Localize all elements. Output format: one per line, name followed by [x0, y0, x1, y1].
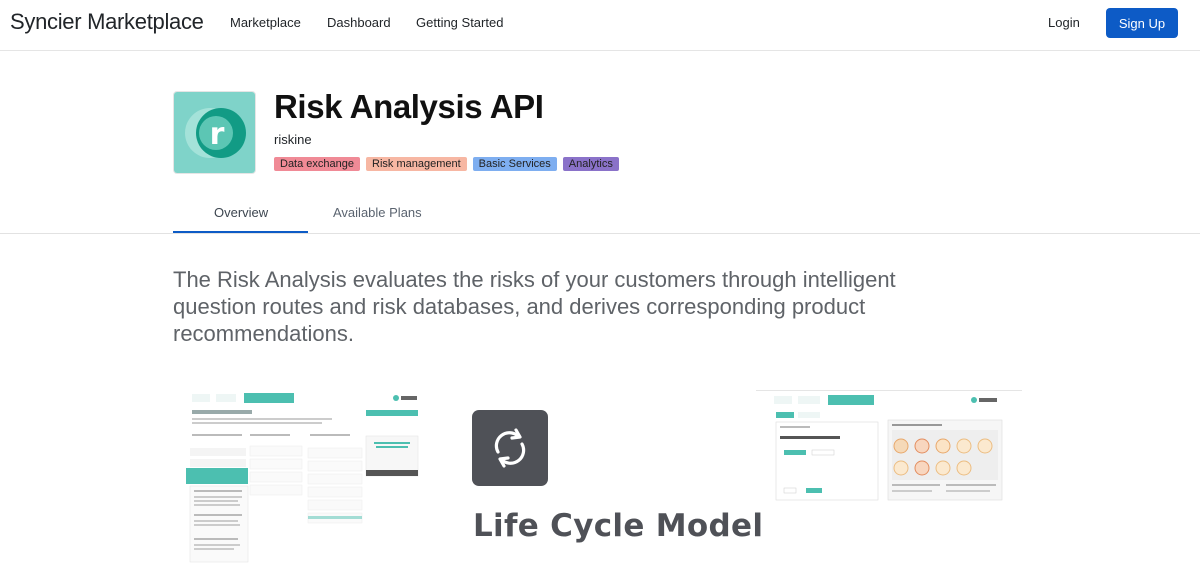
tab-available-plans[interactable]: Available Plans	[333, 205, 422, 220]
sign-up-button[interactable]: Sign Up	[1106, 8, 1178, 38]
nav-link-marketplace[interactable]: Marketplace	[230, 15, 301, 30]
top-navbar: Syncier Marketplace Marketplace Dashboar…	[0, 0, 1200, 51]
login-link[interactable]: Login	[1048, 15, 1080, 30]
screenshot-question-dashboard[interactable]	[756, 390, 1022, 502]
tag-data-exchange: Data exchange	[274, 157, 360, 171]
logo-letter: r	[210, 117, 225, 152]
screenshot-risk-analysis-results[interactable]	[186, 388, 422, 563]
brand-logo-text[interactable]: Syncier Marketplace	[10, 9, 204, 35]
tag-basic-services: Basic Services	[472, 157, 557, 171]
tabs-divider	[0, 233, 1200, 234]
app-description: The Risk Analysis evaluates the risks of…	[173, 267, 896, 346]
vendor-name: riskine	[274, 132, 312, 147]
tab-overview[interactable]: Overview	[214, 205, 268, 220]
tag-risk-management: Risk management	[366, 157, 467, 171]
nav-link-getting-started[interactable]: Getting Started	[416, 15, 503, 30]
refresh-cycle-icon	[472, 410, 548, 486]
tag-analytics: Analytics	[562, 157, 619, 171]
nav-link-dashboard[interactable]: Dashboard	[327, 15, 391, 30]
tag-list: Data exchange Risk management Basic Serv…	[274, 157, 619, 171]
active-tab-indicator	[173, 231, 308, 233]
page-title: Risk Analysis API	[274, 88, 544, 125]
life-cycle-model-caption: Life Cycle Model	[473, 508, 764, 544]
app-logo: r	[173, 91, 256, 174]
